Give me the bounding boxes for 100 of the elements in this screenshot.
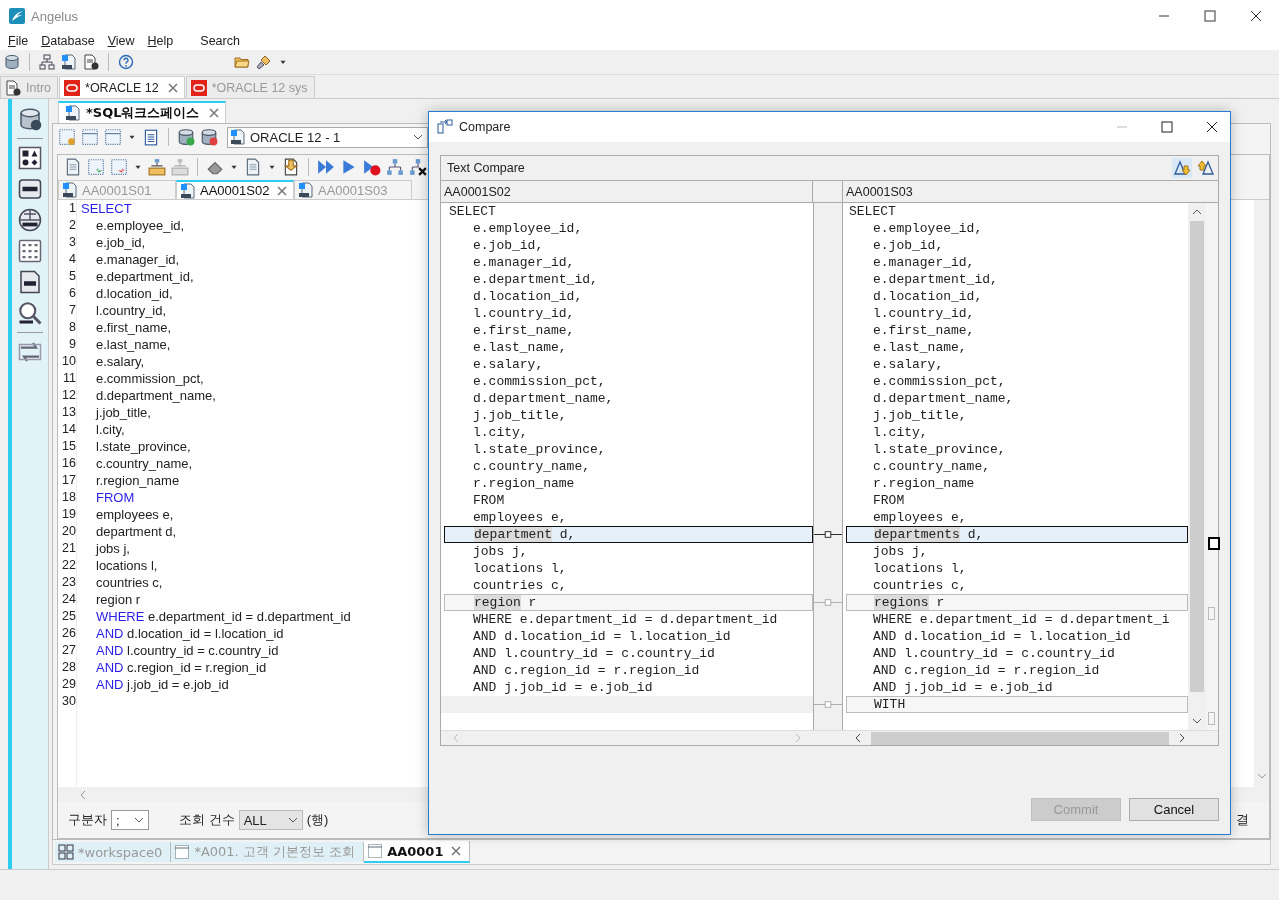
code-line: countries c, [472, 578, 567, 593]
maximize-icon[interactable] [1161, 121, 1173, 133]
menu-item[interactable]: Search [200, 34, 240, 48]
previous-difference-icon[interactable] [1198, 160, 1214, 176]
code-line: l.state_province, [472, 442, 606, 457]
code-line: d.department_name, [472, 391, 614, 406]
document-icon[interactable] [244, 158, 262, 176]
menu-item[interactable]: View [107, 34, 135, 48]
network-icon[interactable] [39, 54, 55, 70]
grid-save-icon[interactable] [104, 128, 122, 146]
code-line: countries c, [95, 574, 163, 591]
chevron-up-icon[interactable] [1192, 207, 1202, 217]
line-number: 20 [61, 523, 76, 540]
document-info-icon [5, 79, 21, 96]
code-line: d.department_name, [95, 387, 216, 404]
shapes-icon[interactable] [18, 146, 42, 170]
code-line: FROM [872, 493, 905, 508]
code-line: employees e, [95, 506, 174, 523]
grid-import-icon[interactable] [87, 158, 105, 176]
grid-export-icon[interactable] [110, 158, 128, 176]
editor-tab[interactable]: *SQL워크스페이스 [58, 101, 226, 123]
line-number: 26 [61, 625, 76, 642]
menu-item[interactable]: File [8, 34, 29, 48]
folder-icon[interactable] [234, 54, 250, 70]
record-icon[interactable] [363, 158, 381, 176]
code-line: e.salary, [95, 353, 145, 370]
database-connect-icon[interactable] [177, 128, 195, 146]
chevron-left-icon[interactable] [853, 733, 863, 743]
menu-item[interactable]: Database [41, 34, 95, 48]
close-icon[interactable] [1206, 121, 1218, 133]
code-line: c.country_name, [872, 459, 991, 474]
window-title: Angelus [31, 8, 78, 24]
next-difference-icon[interactable] [1174, 160, 1190, 176]
code-line: FROM [472, 493, 505, 508]
code-line: l.city, [872, 425, 928, 440]
workspace-tab[interactable]: AA0001 [364, 841, 471, 863]
file-tab[interactable]: AA0001S02 [176, 180, 294, 199]
new-document-icon[interactable] [64, 158, 82, 176]
globe-icon[interactable] [18, 208, 42, 232]
code-line: l.city, [472, 425, 528, 440]
line-number: 4 [68, 251, 76, 268]
dialog-button[interactable]: Cancel [1129, 798, 1219, 821]
line-number: 29 [61, 676, 76, 693]
code-line: employees e, [472, 510, 567, 525]
run-all-icon[interactable] [317, 158, 335, 176]
code-line: l.country_id, [95, 302, 167, 319]
grid-icon [58, 844, 74, 860]
chevron-down-icon[interactable] [413, 132, 423, 142]
database-disconnect-icon[interactable] [200, 128, 218, 146]
help-icon[interactable] [118, 54, 134, 70]
chevron-down-icon[interactable] [287, 815, 298, 825]
scrollbar[interactable] [1254, 200, 1269, 787]
code-line: region r [473, 595, 537, 610]
code-line: AND j.job_id = e.job_id [95, 676, 229, 693]
code-line: r.region_name [872, 476, 975, 491]
clipboard-icon[interactable] [142, 128, 160, 146]
perspective-tab[interactable]: *ORACLE 12 [59, 76, 185, 98]
code-line: WHERE e.department_id = d.department_id [472, 612, 778, 627]
connection-dropdown[interactable]: ORACLE 12 - 1 [227, 126, 428, 148]
code-line: AND j.job_id = e.job_id [472, 680, 653, 695]
chevron-down-icon[interactable] [134, 815, 144, 825]
chevron-down-icon[interactable] [1192, 716, 1202, 726]
hierarchy-icon[interactable] [386, 158, 404, 176]
chevron-right-icon[interactable] [1177, 733, 1187, 743]
download-icon[interactable] [282, 158, 300, 176]
database-info-icon[interactable] [18, 107, 42, 131]
maximize-icon[interactable] [1204, 10, 1216, 22]
code-line: jobs j, [872, 544, 928, 559]
grid-add-icon[interactable] [58, 128, 76, 146]
document-info-icon[interactable] [83, 54, 99, 70]
code-line: locations l, [872, 561, 967, 576]
code-line: e.department_id, [95, 268, 194, 285]
code-line: AND l.country_id = c.country_id [95, 642, 279, 659]
code-line: AND j.job_id = e.job_id [872, 680, 1053, 695]
close-icon[interactable] [1250, 10, 1262, 22]
code-line: e.salary, [872, 357, 944, 372]
line-number: 23 [61, 574, 76, 591]
tree-folder-icon[interactable] [148, 158, 166, 176]
code-line: d.department_name, [872, 391, 1014, 406]
sql-file-icon[interactable] [61, 54, 77, 70]
line-number: 6 [68, 285, 76, 302]
code-line: e.commission_pct, [872, 374, 1006, 389]
code-line: WHERE e.department_id = d.department_i [872, 612, 1170, 627]
search-icon[interactable] [18, 301, 42, 325]
scrollbar[interactable] [843, 730, 1218, 745]
code-line: AND d.location_id = l.location_id [472, 629, 731, 644]
hierarchy-delete-icon[interactable] [409, 158, 427, 176]
row-count-dropdown[interactable]: ALL [238, 810, 303, 830]
line-number: 19 [61, 506, 76, 523]
swap-icon[interactable] [18, 340, 42, 364]
code-line: j.job_title, [472, 408, 567, 423]
code-line: e.department_id, [872, 272, 998, 287]
code-line: AND c.region_id = r.region_id [95, 659, 267, 676]
separator-dropdown[interactable]: ; [111, 810, 149, 830]
menu-item[interactable]: Help [147, 34, 174, 48]
line-number: 7 [68, 302, 76, 319]
grid-open-icon[interactable] [81, 128, 99, 146]
sql-file-icon [298, 182, 314, 198]
table-icon[interactable] [18, 239, 42, 263]
brush-icon[interactable] [256, 54, 272, 70]
